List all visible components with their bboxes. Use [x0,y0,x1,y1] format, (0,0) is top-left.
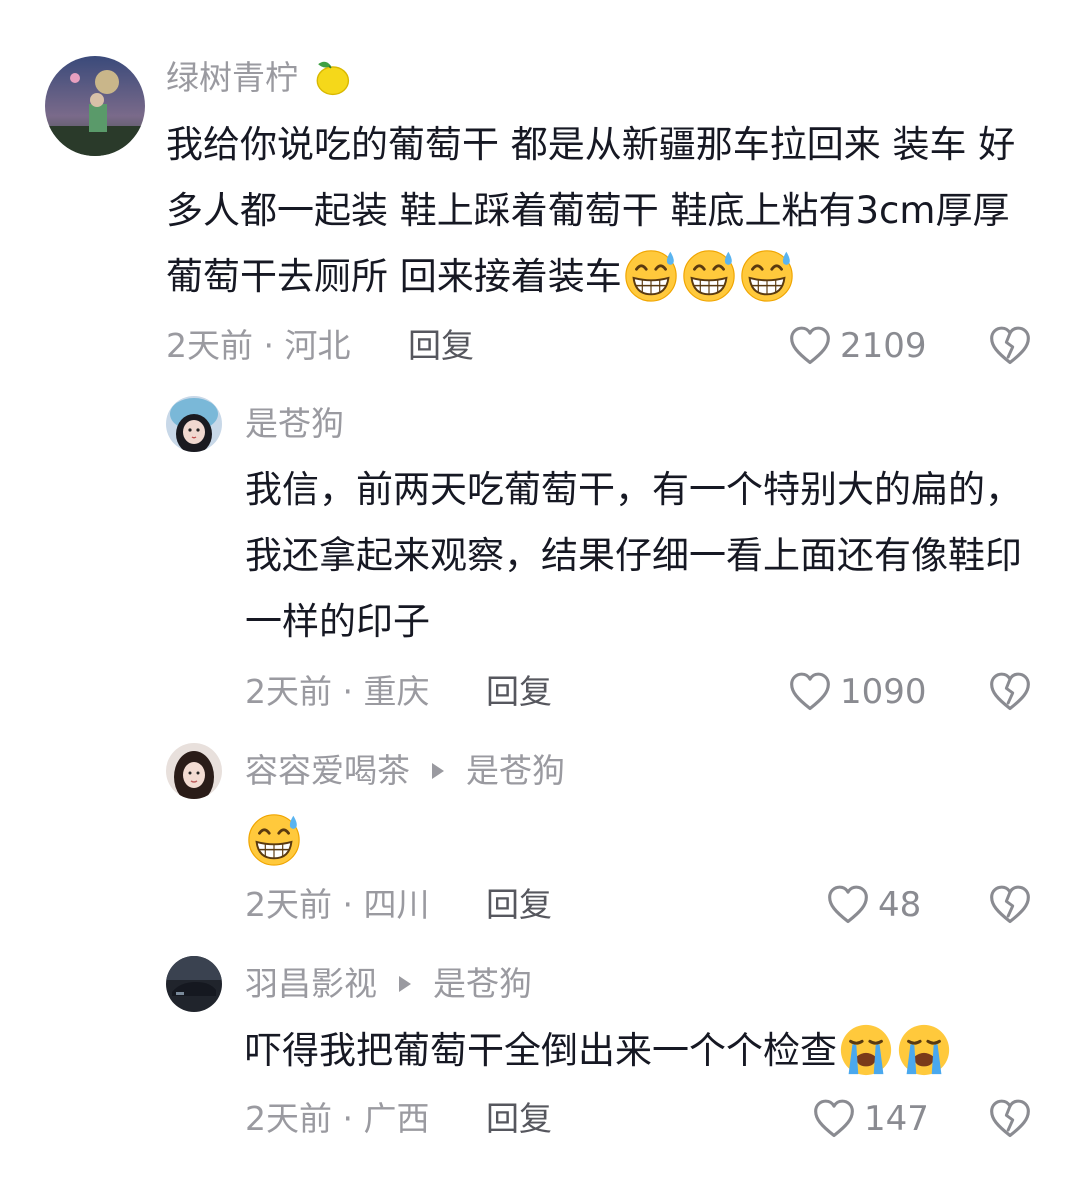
broken-heart-icon[interactable] [988,1097,1032,1141]
comment-username[interactable]: 绿树青柠 [166,56,353,100]
like-button[interactable]: 147 [812,1097,929,1141]
grin-sweat-emoji [622,246,680,304]
like-count: 2109 [840,326,927,366]
like-button[interactable]: 1090 [788,670,927,714]
broken-heart-icon[interactable] [988,883,1032,927]
heart-icon [812,1097,856,1141]
reply-target[interactable]: 是苍狗 [466,751,565,790]
like-count: 1090 [840,672,927,712]
comment-username[interactable]: 是苍狗 [245,402,344,446]
lemon-icon [309,55,353,99]
like-button[interactable]: 48 [826,883,921,927]
avatar[interactable] [45,56,145,156]
comment-username[interactable]: 羽昌影视 是苍狗 [245,962,532,1006]
comment-meta: 2天前 · 重庆 [245,672,430,711]
broken-heart-icon[interactable] [988,670,1032,714]
reply-button[interactable]: 回复 [486,1097,552,1141]
reply-arrow-icon [432,762,444,779]
reply-author[interactable]: 羽昌影视 [245,964,377,1003]
comment-meta: 2天前 · 广西 [245,1099,430,1138]
reply-target[interactable]: 是苍狗 [433,964,532,1003]
heart-icon [788,324,832,368]
avatar[interactable] [166,743,222,799]
grin-sweat-emoji [245,810,303,868]
comment-text: 吓得我把葡萄干全倒出来一个个检查 [245,1018,1045,1084]
comment-text: 我给你说吃的葡萄干 都是从新疆那车拉回来 装车 好多人都一起装 鞋上踩着葡萄干 … [166,112,1036,310]
like-count: 147 [864,1099,929,1139]
reply-button[interactable]: 回复 [486,670,552,714]
heart-icon [788,670,832,714]
reply-arrow-icon [399,975,411,992]
grin-sweat-emoji [738,246,796,304]
comment-meta: 2天前 · 四川 [245,885,430,924]
heart-icon [826,883,870,927]
comment-text: 我信，前两天吃葡萄干，有一个特别大的扁的，我还拿起来观察，结果仔细一看上面还有像… [245,468,1022,643]
comment-text [245,804,303,870]
grin-sweat-emoji [680,246,738,304]
comment-meta: 2天前 · 河北 [166,326,351,365]
reply-button[interactable]: 回复 [486,883,552,927]
like-button[interactable]: 2109 [788,324,927,368]
broken-heart-icon[interactable] [988,324,1032,368]
loudly-crying-emoji [837,1020,895,1078]
comment-username[interactable]: 容容爱喝茶 是苍狗 [245,749,565,793]
reply-button[interactable]: 回复 [408,324,474,368]
like-count: 48 [878,885,922,925]
loudly-crying-emoji [895,1020,953,1078]
reply-author[interactable]: 容容爱喝茶 [245,751,410,790]
avatar[interactable] [166,956,222,1012]
avatar[interactable] [166,396,222,452]
